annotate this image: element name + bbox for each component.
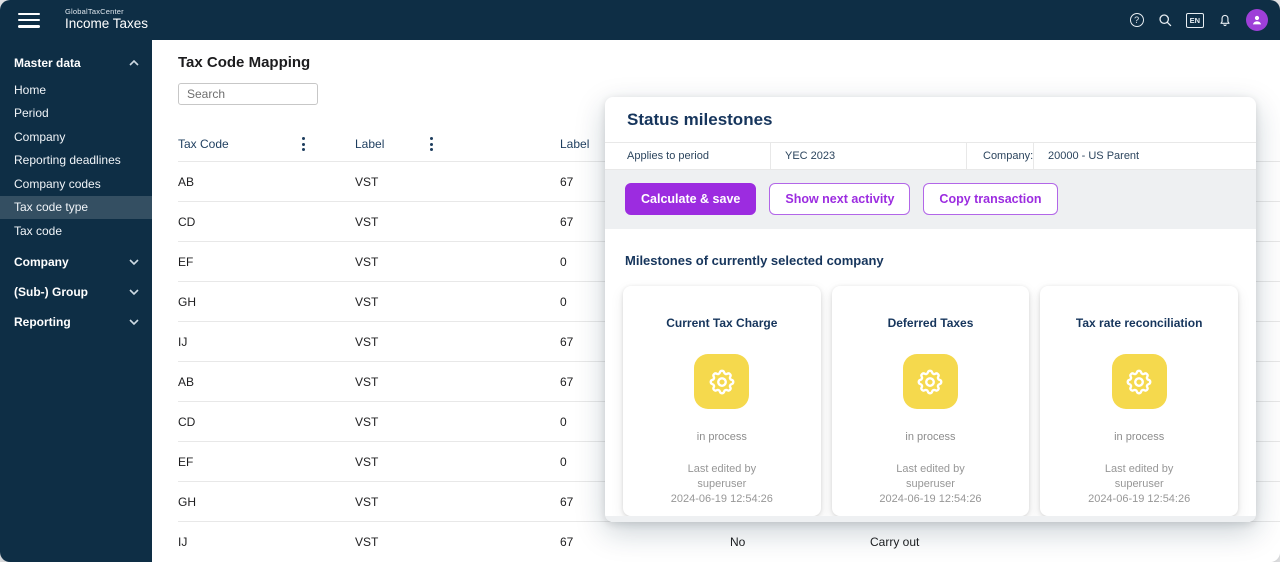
cell-tax-code: CD	[178, 415, 355, 429]
help-icon[interactable]: ?	[1130, 13, 1144, 27]
cell-value: 67	[560, 535, 730, 549]
person-icon	[1250, 13, 1264, 27]
sidebar-item[interactable]: Tax code type	[0, 196, 152, 220]
user-avatar[interactable]	[1246, 9, 1268, 31]
cell-tax-code: AB	[178, 375, 355, 389]
page-title: Tax Code Mapping	[178, 54, 1280, 72]
company-value[interactable]: 20000 - US Parent	[1034, 143, 1256, 169]
milestone-status: in process	[633, 431, 811, 443]
column-menu-icon[interactable]	[430, 137, 433, 151]
copy-transaction-button[interactable]: Copy transaction	[923, 183, 1057, 215]
sidebar-section-company[interactable]: Company	[0, 247, 152, 277]
calculate-save-button[interactable]: Calculate & save	[625, 183, 756, 215]
dialog-title: Status milestones	[605, 97, 1256, 142]
cell-tax-code: EF	[178, 255, 355, 269]
brand: GlobalTaxCenter Income Taxes	[65, 8, 148, 31]
milestone-edited-info: Last edited by superuser 2024-06-19 12:5…	[842, 462, 1020, 507]
milestone-status: in process	[842, 431, 1020, 443]
chevron-down-icon	[129, 259, 139, 265]
sidebar: Master data Home Period Company Reportin…	[0, 40, 152, 562]
cell-label: VST	[355, 415, 560, 429]
cell-label: VST	[355, 375, 560, 389]
top-bar: GlobalTaxCenter Income Taxes ? EN	[0, 0, 1280, 40]
table-row[interactable]: IJ VST 67 No Carry out	[178, 521, 1280, 561]
notifications-bell-icon[interactable]	[1217, 12, 1233, 28]
dialog-footer	[605, 516, 1256, 522]
period-value[interactable]: YEC 2023	[771, 143, 967, 169]
milestone-edited-info: Last edited by superuser 2024-06-19 12:5…	[1050, 462, 1228, 507]
period-label: Applies to period	[605, 143, 771, 169]
milestone-edited-info: Last edited by superuser 2024-06-19 12:5…	[633, 462, 811, 507]
cell-col4: No	[730, 535, 870, 549]
cell-tax-code: IJ	[178, 535, 355, 549]
dialog-actions: Calculate & save Show next activity Copy…	[605, 170, 1256, 229]
cell-col5: Carry out	[870, 535, 1280, 549]
chevron-down-icon	[129, 319, 139, 325]
sidebar-items: Home Period Company Reporting deadlines …	[0, 78, 152, 243]
column-header-label-2[interactable]: Label	[560, 137, 589, 151]
cell-tax-code: EF	[178, 455, 355, 469]
show-next-activity-button[interactable]: Show next activity	[769, 183, 910, 215]
gear-status-icon[interactable]	[903, 354, 958, 409]
chevron-down-icon	[129, 289, 139, 295]
milestone-title: Tax rate reconciliation	[1050, 316, 1228, 330]
milestone-cards: Current Tax Charge in process Last edite…	[623, 286, 1238, 516]
cell-label: VST	[355, 495, 560, 509]
sidebar-item[interactable]: Company	[0, 125, 152, 149]
cell-label: VST	[355, 535, 560, 549]
milestones-section-title: Milestones of currently selected company	[625, 253, 1236, 268]
menu-icon[interactable]	[18, 13, 40, 28]
sidebar-item[interactable]: Tax code	[0, 219, 152, 243]
column-header-tax-code[interactable]: Tax Code	[178, 137, 229, 151]
cell-label: VST	[355, 295, 560, 309]
cell-label: VST	[355, 255, 560, 269]
cell-tax-code: AB	[178, 175, 355, 189]
app-window: GlobalTaxCenter Income Taxes ? EN Master…	[0, 0, 1280, 562]
column-menu-icon[interactable]	[302, 137, 305, 151]
cell-tax-code: GH	[178, 295, 355, 309]
cell-tax-code: CD	[178, 215, 355, 229]
milestone-title: Deferred Taxes	[842, 316, 1020, 330]
cell-label: VST	[355, 215, 560, 229]
dialog-context-row: Applies to period YEC 2023 Company: 2000…	[605, 142, 1256, 170]
milestone-card-deferred-taxes[interactable]: Deferred Taxes in process Last edited by…	[832, 286, 1030, 516]
app-title: Income Taxes	[65, 17, 148, 32]
milestone-card-tax-rate-reconciliation[interactable]: Tax rate reconciliation in process Last …	[1040, 286, 1238, 516]
dialog-body: Milestones of currently selected company…	[605, 229, 1256, 516]
search-icon[interactable]	[1157, 12, 1173, 28]
sidebar-item[interactable]: Company codes	[0, 172, 152, 196]
cell-tax-code: IJ	[178, 335, 355, 349]
gear-status-icon[interactable]	[1112, 354, 1167, 409]
cell-label: VST	[355, 455, 560, 469]
sidebar-section-reporting[interactable]: Reporting	[0, 307, 152, 337]
company-label: Company:	[967, 143, 1034, 169]
milestone-status: in process	[1050, 431, 1228, 443]
search-input[interactable]	[178, 83, 318, 105]
cell-label: VST	[355, 175, 560, 189]
gear-status-icon[interactable]	[694, 354, 749, 409]
status-milestones-dialog: Status milestones Applies to period YEC …	[605, 97, 1256, 522]
cell-label: VST	[355, 335, 560, 349]
cell-tax-code: GH	[178, 495, 355, 509]
milestone-card-current-tax-charge[interactable]: Current Tax Charge in process Last edite…	[623, 286, 821, 516]
sidebar-section-master-data[interactable]: Master data	[0, 48, 152, 78]
sidebar-item[interactable]: Reporting deadlines	[0, 149, 152, 173]
milestone-title: Current Tax Charge	[633, 316, 811, 330]
chevron-up-icon	[129, 60, 139, 66]
sidebar-item[interactable]: Home	[0, 78, 152, 102]
top-icon-group: ? EN	[1130, 9, 1268, 31]
sidebar-section-sub-group[interactable]: (Sub-) Group	[0, 277, 152, 307]
column-header-label-1[interactable]: Label	[355, 137, 384, 151]
sidebar-item[interactable]: Period	[0, 102, 152, 126]
language-badge[interactable]: EN	[1186, 13, 1204, 28]
